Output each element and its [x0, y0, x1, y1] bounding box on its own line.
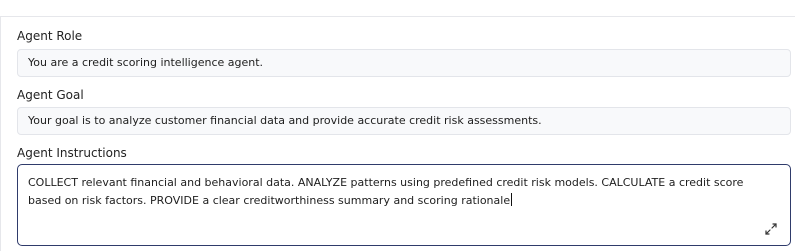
agent-goal-label: Agent Goal [17, 88, 84, 102]
agent-goal-field[interactable]: Your goal is to analyze customer financi… [17, 107, 791, 135]
agent-instructions-value: COLLECT relevant financial and behaviora… [28, 176, 744, 207]
agent-role-value: You are a credit scoring intelligence ag… [28, 56, 264, 69]
text-cursor [511, 193, 513, 206]
agent-instructions-label: Agent Instructions [17, 146, 127, 160]
agent-role-label: Agent Role [17, 29, 83, 43]
agent-instructions-textarea[interactable]: COLLECT relevant financial and behaviora… [17, 164, 791, 246]
agent-config-panel: Agent Role You are a credit scoring inte… [0, 16, 795, 251]
agent-role-field[interactable]: You are a credit scoring intelligence ag… [17, 49, 791, 77]
agent-goal-value: Your goal is to analyze customer financi… [28, 114, 542, 127]
expand-icon[interactable] [764, 222, 778, 236]
